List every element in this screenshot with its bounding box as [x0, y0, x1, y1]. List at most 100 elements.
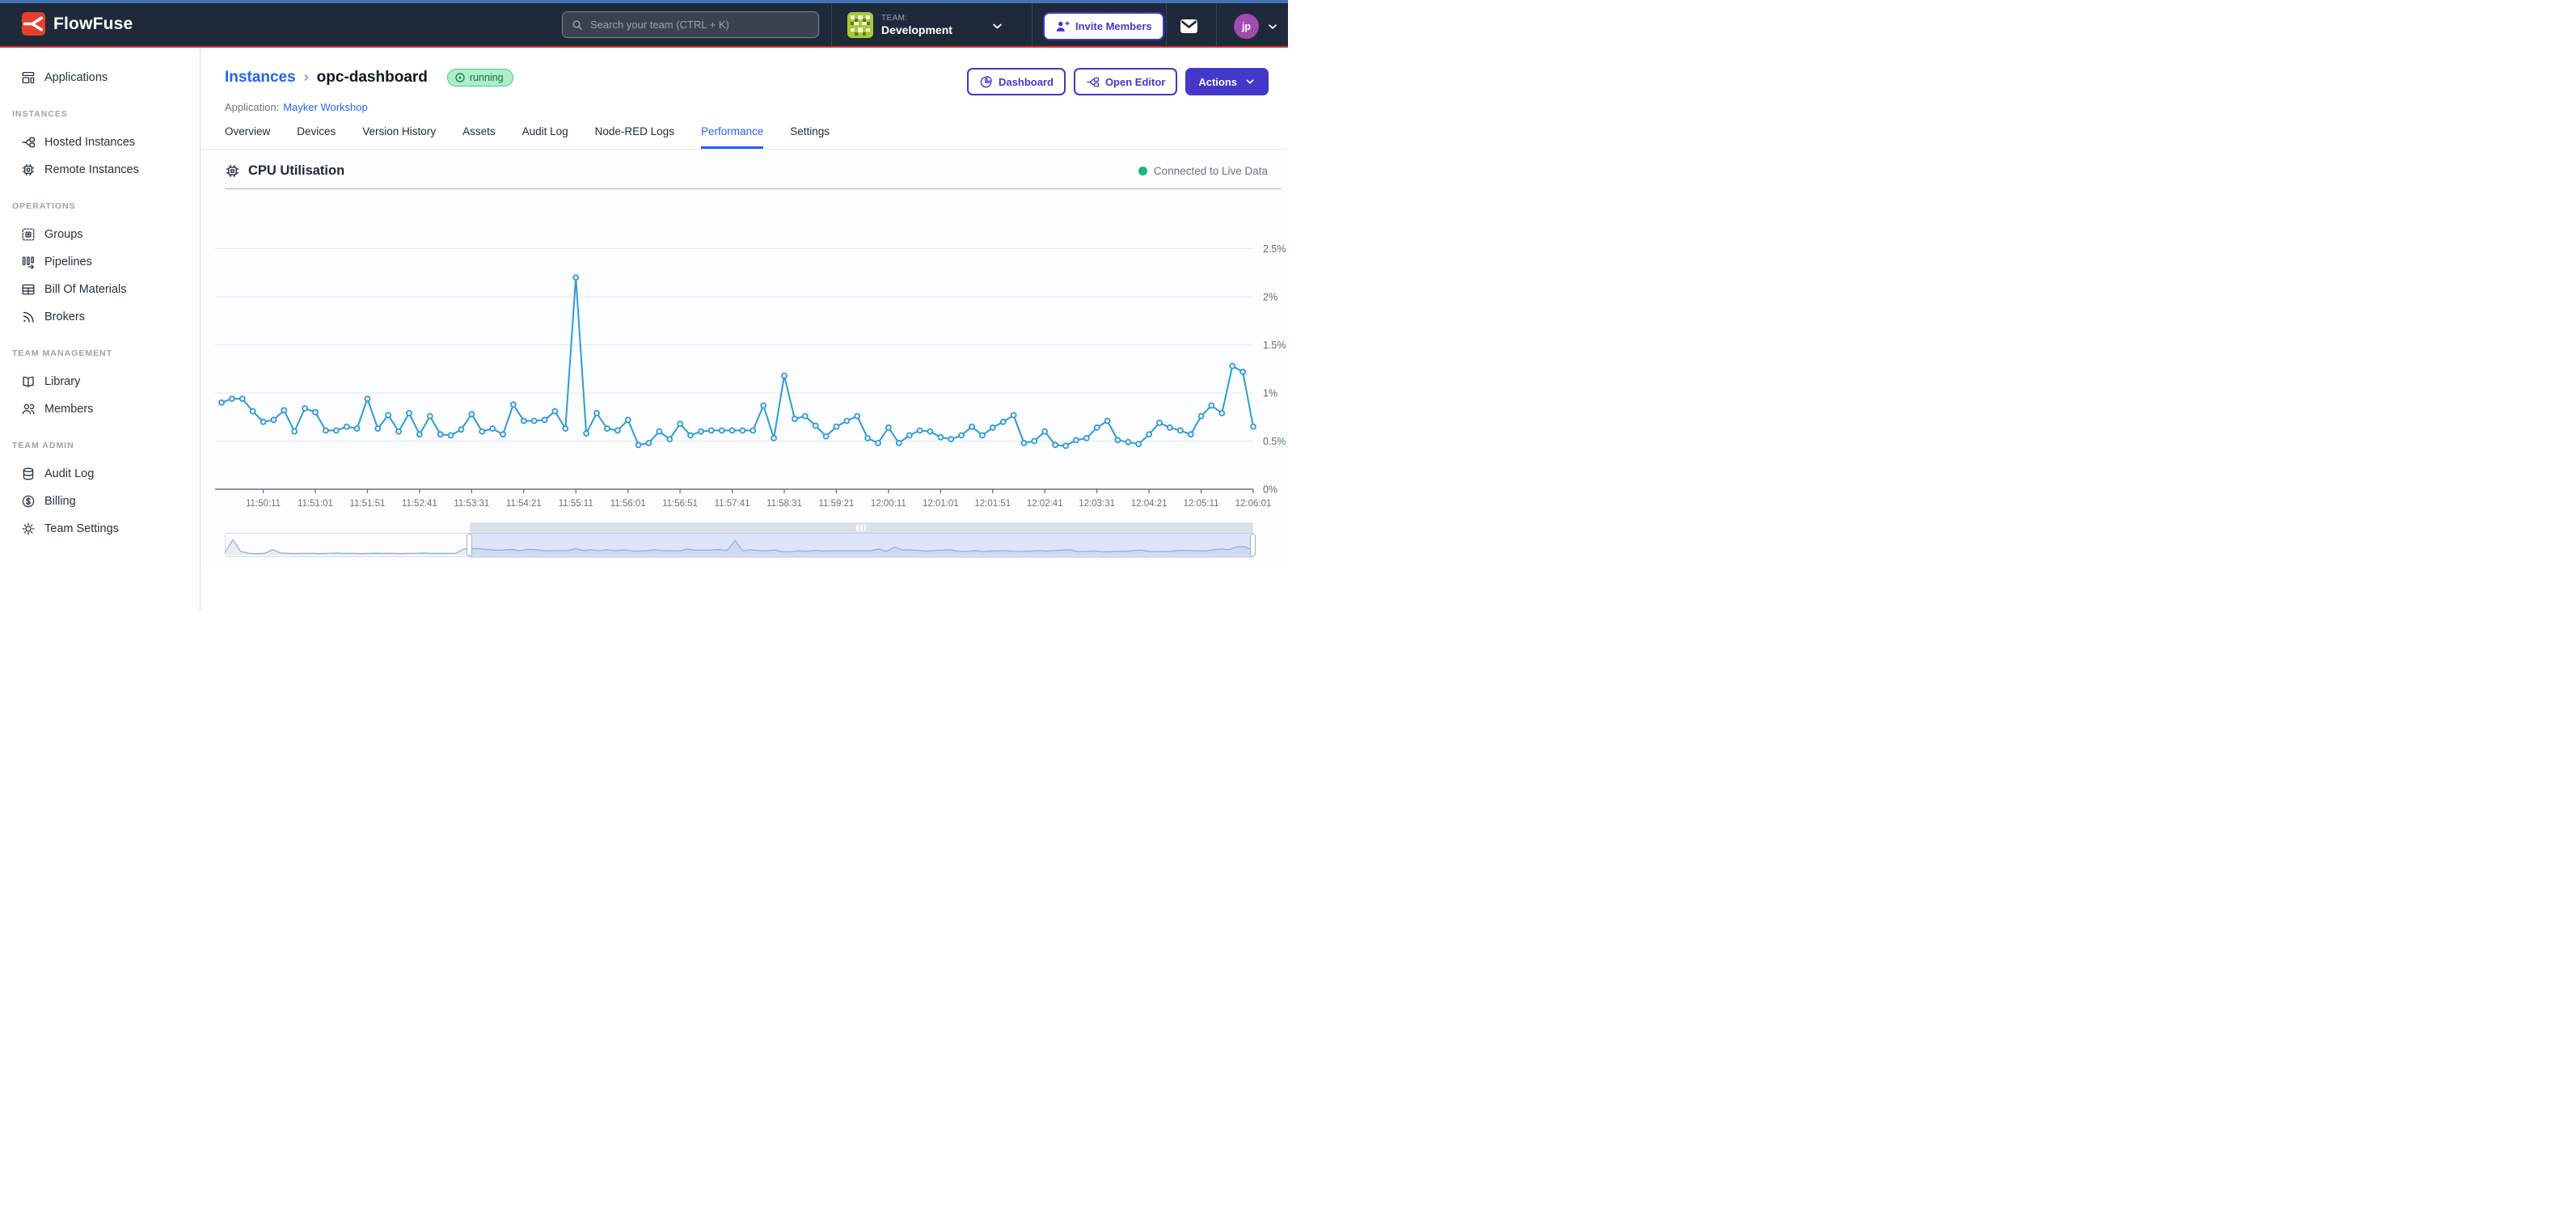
- pipelines-icon: [21, 255, 36, 269]
- brush-selection[interactable]: [470, 522, 1253, 558]
- svg-text:11:50:11: 11:50:11: [246, 499, 281, 509]
- navbar-divider: [1166, 3, 1167, 46]
- sidebar-item-label: Billing: [44, 495, 76, 508]
- sidebar-item-label: Pipelines: [44, 256, 92, 268]
- svg-text:11:56:01: 11:56:01: [610, 499, 646, 509]
- application-label: Application:: [225, 101, 279, 113]
- remote-instances-chip-icon: [21, 163, 36, 177]
- user-menu[interactable]: jp: [1234, 14, 1279, 39]
- sidebar-item-brokers[interactable]: Brokers: [0, 303, 200, 331]
- flowfuse-app: FlowFuse TEAM: Development: [0, 0, 1288, 610]
- search-input[interactable]: [590, 19, 810, 31]
- team-label: TEAM:: [881, 14, 952, 23]
- user-plus-icon: [1055, 19, 1070, 34]
- dashboard-button[interactable]: Dashboard: [967, 68, 1066, 95]
- sidebar-section-team-admin: TEAM ADMIN: [0, 441, 200, 450]
- svg-text:2%: 2%: [1263, 292, 1277, 303]
- svg-text:11:52:41: 11:52:41: [402, 499, 437, 509]
- breadcrumb-separator: ›: [304, 69, 309, 86]
- sidebar-item-members[interactable]: Members: [0, 395, 200, 423]
- tab-version-history[interactable]: Version History: [362, 125, 436, 149]
- sidebar-item-audit-log[interactable]: Audit Log: [0, 460, 200, 488]
- svg-text:11:58:31: 11:58:31: [766, 499, 802, 509]
- user-chevron-down-icon: [1266, 20, 1279, 33]
- sidebar-item-label: Team Settings: [44, 522, 119, 535]
- navbar-divider: [1032, 3, 1033, 46]
- brush-left-handle[interactable]: [467, 534, 472, 556]
- actions-button-label: Actions: [1198, 76, 1237, 88]
- svg-text:11:51:51: 11:51:51: [349, 499, 385, 509]
- status-badge-label: running: [470, 72, 504, 83]
- panel-title-row: CPU Utilisation: [225, 163, 344, 179]
- svg-text:11:55:11: 11:55:11: [559, 499, 593, 509]
- top-navbar: FlowFuse TEAM: Development: [0, 0, 1288, 48]
- svg-text:12:05:11: 12:05:11: [1184, 499, 1219, 509]
- open-editor-button[interactable]: Open Editor: [1074, 68, 1177, 95]
- team-name: Development: [881, 23, 952, 36]
- members-users-icon: [21, 402, 36, 416]
- tab-devices[interactable]: Devices: [297, 125, 336, 149]
- groups-icon: [21, 227, 36, 242]
- svg-text:12:03:31: 12:03:31: [1079, 499, 1115, 509]
- cpu-utilisation-chart: 0%0.5%1%1.5%2%2.5%11:50:1111:51:0111:51:…: [210, 194, 1288, 518]
- svg-text:12:02:41: 12:02:41: [1027, 499, 1063, 509]
- sidebar-item-remote-instances[interactable]: Remote Instances: [0, 156, 200, 184]
- team-switcher[interactable]: TEAM: Development: [847, 12, 952, 38]
- navbar-divider: [1216, 3, 1217, 46]
- tab-audit-log[interactable]: Audit Log: [522, 125, 568, 149]
- sidebar-section-instances: INSTANCES: [0, 109, 200, 119]
- flowfuse-logo[interactable]: FlowFuse: [22, 12, 133, 36]
- hosted-instances-icon: [21, 135, 36, 150]
- sidebar-item-applications[interactable]: Applications: [0, 64, 200, 91]
- sidebar-item-team-settings[interactable]: Team Settings: [0, 515, 200, 543]
- svg-text:12:01:01: 12:01:01: [923, 499, 959, 509]
- invite-members-button[interactable]: Invite Members: [1043, 12, 1164, 40]
- brush-selection-tint: [470, 533, 1253, 558]
- sidebar-section-team-management: TEAM MANAGEMENT: [0, 349, 200, 358]
- sidebar-item-label: Library: [44, 375, 80, 388]
- live-status-label: Connected to Live Data: [1154, 165, 1268, 177]
- svg-text:12:06:01: 12:06:01: [1235, 499, 1272, 509]
- brush-right-handle[interactable]: [1250, 534, 1256, 556]
- svg-text:11:57:41: 11:57:41: [715, 499, 750, 509]
- live-data-status: Connected to Live Data: [1138, 165, 1268, 177]
- sidebar-item-label: Groups: [44, 228, 83, 241]
- play-circle-icon: [454, 72, 466, 83]
- tab-assets[interactable]: Assets: [462, 125, 496, 149]
- tab-overview[interactable]: Overview: [225, 125, 270, 149]
- node-red-fork-icon: [1086, 75, 1100, 89]
- svg-text:12:00:11: 12:00:11: [871, 499, 906, 509]
- actions-chevron-down-icon: [1244, 76, 1256, 87]
- library-book-icon: [21, 374, 36, 389]
- sidebar-item-hosted-instances[interactable]: Hosted Instances: [0, 129, 200, 156]
- team-chevron-down-icon[interactable]: [990, 19, 1004, 33]
- sidebar-item-label: Audit Log: [44, 467, 94, 480]
- team-search[interactable]: [562, 11, 819, 38]
- sidebar-item-label: Remote Instances: [44, 163, 139, 176]
- tab-node-red-logs[interactable]: Node-RED Logs: [595, 125, 674, 149]
- pie-chart-icon: [979, 75, 993, 89]
- tab-settings[interactable]: Settings: [790, 125, 830, 149]
- sidebar-item-groups[interactable]: Groups: [0, 221, 200, 248]
- notifications-mail-icon[interactable]: [1180, 19, 1198, 34]
- dashboard-button-label: Dashboard: [999, 76, 1054, 88]
- application-link[interactable]: Mayker Workshop: [283, 101, 368, 113]
- brand-name: FlowFuse: [53, 15, 133, 34]
- status-badge: running: [447, 69, 513, 87]
- sidebar-item-pipelines[interactable]: Pipelines: [0, 248, 200, 276]
- tab-performance[interactable]: Performance: [701, 125, 763, 149]
- billing-dollar-icon: [21, 494, 36, 509]
- svg-text:11:54:21: 11:54:21: [506, 499, 542, 509]
- sidebar-item-label: Bill Of Materials: [44, 283, 127, 296]
- sidebar-item-library[interactable]: Library: [0, 368, 200, 395]
- brush-drag-strip[interactable]: [470, 522, 1253, 533]
- sidebar-item-bill-of-materials[interactable]: Bill Of Materials: [0, 276, 200, 303]
- cpu-chart-area: 0%0.5%1%1.5%2%2.5%11:50:1111:51:0111:51:…: [201, 189, 1288, 561]
- actions-button[interactable]: Actions: [1185, 68, 1269, 95]
- svg-text:11:51:01: 11:51:01: [298, 499, 333, 509]
- breadcrumb-instances-link[interactable]: Instances: [225, 69, 296, 87]
- page-title-instance-name: opc-dashboard: [317, 69, 428, 87]
- cpu-chip-icon: [225, 163, 240, 179]
- svg-text:2.5%: 2.5%: [1263, 243, 1286, 255]
- sidebar-item-billing[interactable]: Billing: [0, 488, 200, 515]
